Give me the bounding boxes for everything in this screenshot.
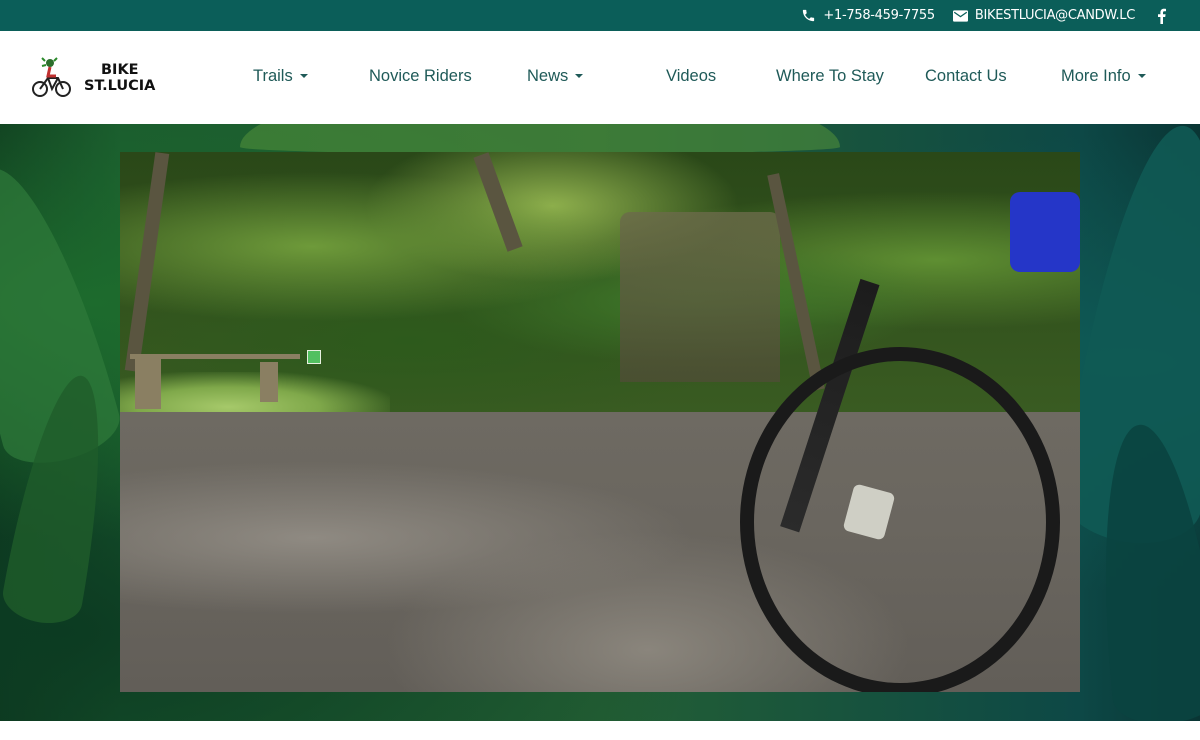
phone-number: +1-758-459-7755 (823, 8, 935, 23)
nav-more-info[interactable]: More Info (1061, 63, 1146, 89)
nav-label: Contact Us (925, 66, 1007, 85)
site-header: BIKE ST.LUCIA Trails Novice Riders News … (0, 31, 1200, 124)
nav-label: Novice Riders (369, 66, 472, 85)
video-fence-post (135, 357, 161, 409)
nav-label: News (527, 66, 569, 85)
nav-trails[interactable]: Trails (253, 63, 308, 89)
facebook-icon (1158, 8, 1166, 24)
chevron-down-icon (299, 74, 308, 78)
trail-video[interactable] (120, 152, 1080, 692)
nav-novice-riders[interactable]: Novice Riders (369, 63, 472, 89)
chevron-down-icon (1137, 74, 1146, 78)
email-link[interactable]: BIKESTLUCIA@CANDW.LC (952, 8, 1135, 23)
video-stone-ruin (620, 212, 780, 382)
nav-label: Where To Stay (776, 66, 884, 85)
logo-line-2: ST.LUCIA (84, 78, 156, 94)
nav-label: More Info (1061, 66, 1131, 85)
nav-contact-us[interactable]: Contact Us (925, 63, 1007, 89)
video-fence-post (260, 362, 278, 402)
cyclist-logo-icon (32, 57, 71, 97)
nav-where-to-stay[interactable]: Where To Stay (776, 63, 884, 89)
nav-label: Trails (253, 66, 293, 85)
chevron-down-icon (575, 74, 584, 78)
email-address: BIKESTLUCIA@CANDW.LC (974, 8, 1135, 23)
site-logo[interactable]: BIKE ST.LUCIA (30, 51, 178, 105)
logo-text: BIKE ST.LUCIA (84, 62, 155, 94)
email-icon (952, 9, 968, 22)
phone-icon (803, 9, 815, 22)
top-contact-bar: +1-758-459-7755 BIKESTLUCIA@CANDW.LC (0, 0, 1200, 31)
facebook-link[interactable] (1157, 8, 1166, 24)
nav-news[interactable]: News (527, 63, 584, 89)
video-trail-sign (307, 350, 321, 364)
phone-link[interactable]: +1-758-459-7755 (801, 8, 935, 23)
hero-section (0, 124, 1200, 721)
video-bike-wheel (740, 347, 1060, 692)
logo-line-1: BIKE (101, 62, 139, 78)
nav-label: Videos (666, 66, 717, 85)
background-leaf (240, 124, 840, 154)
nav-videos[interactable]: Videos (666, 63, 716, 89)
video-bike-frame (1010, 192, 1080, 272)
